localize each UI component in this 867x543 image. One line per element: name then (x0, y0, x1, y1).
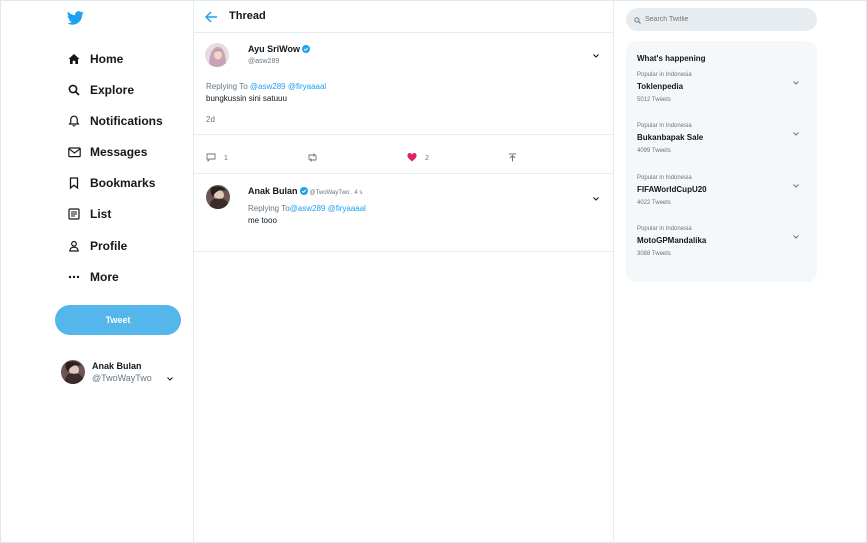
search-icon (67, 83, 81, 97)
mention-link[interactable]: @asw289 (250, 82, 286, 91)
trend-context: Popular in Indonesia (637, 72, 692, 78)
reply-count: 1 (224, 154, 228, 162)
verified-badge-icon (299, 187, 308, 197)
trend-name: FIFAWorldCupU20 (637, 185, 707, 194)
replying-to: Replying To @asw289 @firyaaaal (206, 82, 327, 91)
trends-panel: What's happening Popular in Indonesia To… (626, 41, 817, 282)
nav-profile-label: Profile (90, 239, 128, 253)
chevron-down-icon[interactable] (793, 226, 799, 244)
tweet-author-handle[interactable]: @asw289 (248, 58, 279, 65)
mail-icon (67, 145, 81, 159)
chevron-down-icon[interactable] (793, 175, 799, 193)
search-icon (634, 11, 641, 29)
nav-explore[interactable]: Explore (67, 80, 134, 100)
comment-icon (206, 149, 216, 167)
thread-column: Thread Ayu SriWow @asw289 Replying To @a… (193, 0, 614, 543)
tweet-text: me tooo (248, 216, 277, 225)
like-count: 2 (425, 154, 429, 162)
chevron-down-icon (167, 368, 173, 386)
mention-link[interactable]: @asw289 (290, 204, 326, 213)
tweet-meta: @TwoWayTwo . 4 s (309, 190, 363, 196)
avatar[interactable] (205, 43, 229, 67)
heart-icon (407, 149, 417, 167)
trend-count: 5012 Tweets (637, 97, 671, 103)
tweet-text: bungkussin sini satuuu (206, 94, 287, 103)
nav-notifications[interactable]: Notifications (67, 111, 163, 131)
replying-to: Replying To@asw289 @firyaaaal (248, 204, 366, 213)
nav-home[interactable]: Home (67, 49, 123, 69)
trend-item[interactable]: Popular in Indonesia Toklenpedia 5012 Tw… (637, 72, 807, 114)
chevron-down-icon[interactable] (793, 123, 799, 141)
mention-link[interactable]: @firyaaaal (288, 82, 326, 91)
home-icon (67, 52, 81, 66)
focused-tweet[interactable]: Ayu SriWow @asw289 Replying To @asw289 @… (194, 33, 613, 135)
trend-context: Popular in Indonesia (637, 123, 692, 129)
nav-bookmarks[interactable]: Bookmarks (67, 173, 155, 193)
trend-count: 4099 Tweets (637, 148, 671, 154)
trends-title: What's happening (637, 54, 706, 63)
thread-header: Thread (194, 0, 613, 33)
tweet-button[interactable]: Tweet (55, 305, 181, 335)
chevron-down-icon[interactable] (593, 188, 599, 206)
nav-profile[interactable]: Profile (67, 236, 127, 256)
trend-item[interactable]: Popular in Indonesia MotoGPMandalika 308… (637, 226, 807, 268)
tweet-timestamp[interactable]: 2d (206, 115, 215, 124)
nav-messages-label: Messages (90, 145, 148, 159)
trend-name: Toklenpedia (637, 82, 684, 91)
nav-more[interactable]: More (67, 267, 119, 287)
tweet-author-name[interactable]: Anak Bulan @TwoWayTwo . 4 s (248, 186, 362, 197)
trend-name: MotoGPMandalika (637, 236, 707, 245)
more-icon (67, 270, 81, 284)
bell-icon (67, 114, 81, 128)
trend-name: Bukanbapak Sale (637, 133, 704, 142)
left-sidebar: Home Explore Notifications Messages Book… (0, 0, 193, 543)
avatar[interactable] (206, 185, 230, 209)
trend-count: 4022 Tweets (637, 200, 671, 206)
mention-link[interactable]: @firyaaaal (328, 204, 366, 213)
trend-count: 3088 Tweets (637, 251, 671, 257)
trend-context: Popular in Indonesia (637, 175, 692, 181)
verified-badge-icon (302, 45, 311, 55)
page-title: Thread (229, 10, 266, 22)
retweet-icon (307, 149, 318, 167)
trend-context: Popular in Indonesia (637, 226, 692, 232)
nav-list-label: List (90, 207, 112, 221)
twitter-bird-icon[interactable] (67, 11, 85, 29)
like-button[interactable]: 2 (407, 149, 429, 167)
nav-bookmarks-label: Bookmarks (90, 176, 156, 190)
list-icon (67, 207, 81, 221)
tweet-author-name[interactable]: Ayu SriWow (248, 44, 311, 55)
account-handle: @TwoWayTwo (92, 373, 152, 383)
account-switcher[interactable]: Anak Bulan @TwoWayTwo (61, 359, 181, 385)
chevron-down-icon[interactable] (593, 45, 599, 63)
tweet-actions: 1 2 (194, 135, 613, 174)
nav-list[interactable]: List (67, 204, 111, 224)
search-bar[interactable] (626, 8, 817, 31)
share-button[interactable] (508, 149, 517, 167)
avatar (61, 360, 85, 384)
back-arrow-icon[interactable] (204, 10, 219, 24)
bookmark-icon (67, 176, 81, 190)
nav-messages[interactable]: Messages (67, 142, 147, 162)
reply-button[interactable]: 1 (206, 149, 228, 167)
retweet-button[interactable] (307, 149, 318, 167)
nav-more-label: More (90, 270, 119, 284)
nav-notifications-label: Notifications (90, 114, 163, 128)
person-icon (67, 239, 81, 253)
share-icon (508, 149, 517, 167)
nav-home-label: Home (90, 52, 124, 66)
account-name: Anak Bulan (92, 361, 142, 371)
trend-item[interactable]: Popular in Indonesia Bukanbapak Sale 409… (637, 123, 807, 165)
trend-item[interactable]: Popular in Indonesia FIFAWorldCupU20 402… (637, 175, 807, 217)
reply-tweet[interactable]: Anak Bulan @TwoWayTwo . 4 s Replying To@a… (194, 174, 613, 252)
chevron-down-icon[interactable] (793, 72, 799, 90)
nav-explore-label: Explore (90, 83, 135, 97)
search-input[interactable] (645, 16, 805, 23)
